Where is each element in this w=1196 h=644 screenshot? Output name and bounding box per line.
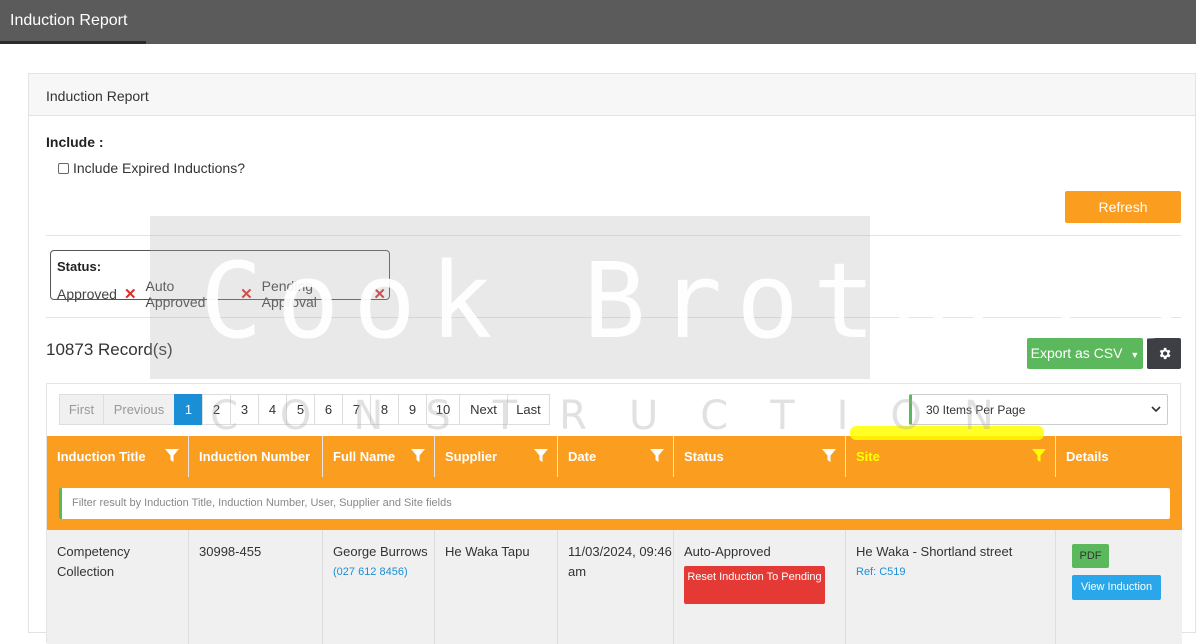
page-1[interactable]: 1 (174, 394, 203, 425)
cell-induction-number: 30998-455 (189, 530, 323, 644)
refresh-button[interactable]: Refresh (1065, 191, 1181, 223)
top-bar: Induction Report (0, 0, 1196, 44)
cell-induction-title: Competency Collection (47, 530, 189, 644)
include-label: Include : (46, 134, 104, 150)
status-text: Auto-Approved (684, 544, 771, 559)
funnel-icon[interactable] (822, 449, 836, 463)
include-expired-checkbox[interactable] (58, 162, 69, 174)
cell-full-name: George Burrows (027 612 8456) (323, 530, 435, 644)
page-first[interactable]: First (59, 394, 104, 425)
tab-induction-report[interactable]: Induction Report (0, 0, 146, 44)
include-expired-label: Include Expired Inductions? (73, 160, 245, 176)
cell-supplier: He Waka Tapu (435, 530, 558, 644)
view-induction-button[interactable]: View Induction (1072, 575, 1161, 600)
funnel-icon[interactable] (165, 449, 179, 463)
column-supplier: Supplier (435, 436, 558, 477)
remove-icon[interactable]: ✕ (124, 285, 137, 303)
table-filter-bar: Filter result by Induction Title, Induct… (47, 477, 1182, 530)
column-status: Status (674, 436, 846, 477)
status-chip-approved: Approved ✕ (57, 285, 137, 303)
table-row: Competency Collection 30998-455 George B… (47, 530, 1182, 644)
table-header: Induction Title Induction Number Full Na… (47, 436, 1182, 477)
chevron-down-icon (1151, 406, 1161, 413)
pdf-button[interactable]: PDF (1072, 544, 1109, 568)
include-expired-checkbox-row[interactable]: Include Expired Inductions? (58, 160, 245, 176)
site-ref-link[interactable]: Ref: C519 (856, 562, 1055, 582)
reset-induction-button[interactable]: Reset Induction To Pending (684, 566, 825, 604)
funnel-icon[interactable] (534, 449, 548, 463)
column-full-name: Full Name (323, 436, 435, 477)
watermark-logo-text: Cook Brothers (200, 240, 1196, 362)
phone-link[interactable]: (027 612 8456) (333, 562, 434, 582)
cell-details: PDF View Induction (1056, 530, 1182, 644)
cell-site: He Waka - Shortland street Ref: C519 (846, 530, 1056, 644)
table-filter-input[interactable]: Filter result by Induction Title, Induct… (59, 488, 1170, 519)
funnel-icon[interactable] (650, 449, 664, 463)
column-induction-number: Induction Number (189, 436, 323, 477)
page-previous[interactable]: Previous (103, 394, 175, 425)
column-site: Site (846, 436, 1056, 477)
column-date: Date (558, 436, 674, 477)
column-induction-title: Induction Title (47, 436, 189, 477)
funnel-icon[interactable] (1032, 449, 1046, 463)
cell-date: 11/03/2024, 09:46 am (558, 530, 674, 644)
cell-status: Auto-Approved Reset Induction To Pending (674, 530, 846, 644)
watermark-sub-text: CONSTRUCTION (210, 393, 1036, 439)
funnel-icon[interactable] (411, 449, 425, 463)
panel-heading: Induction Report (29, 74, 1195, 116)
column-details: Details (1066, 449, 1109, 464)
